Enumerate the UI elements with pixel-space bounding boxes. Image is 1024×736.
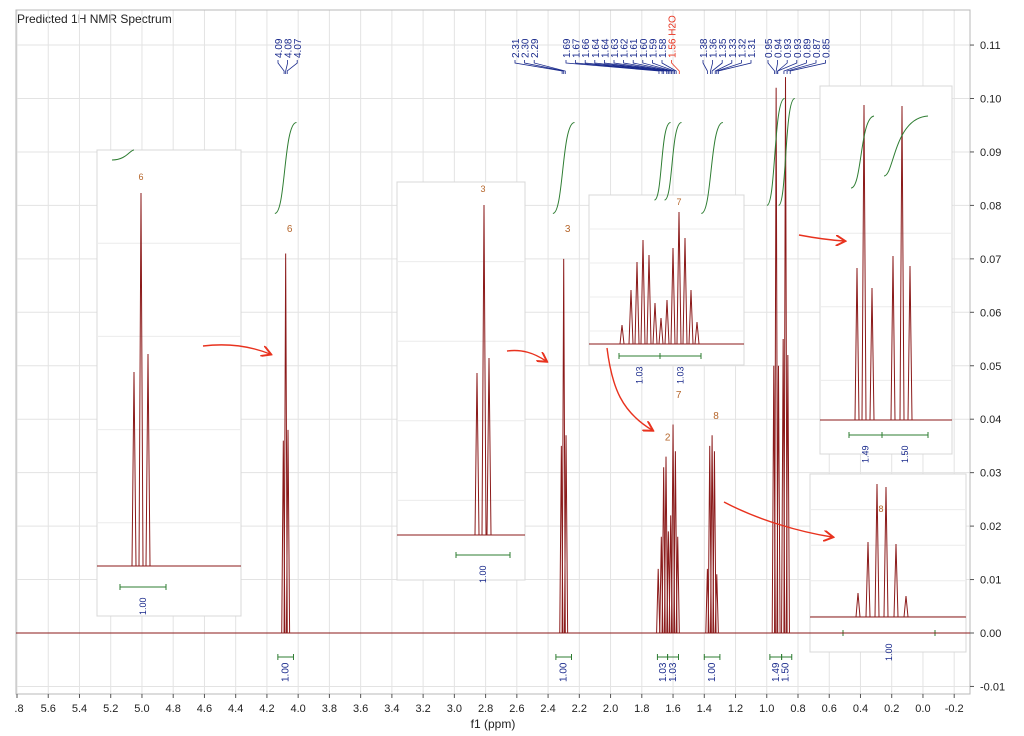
y-tick-label: 0.02	[980, 521, 1001, 533]
x-tick-label: 0.2	[884, 703, 899, 715]
y-tick-label: 0.06	[980, 307, 1001, 319]
y-tick-label: 0.11	[980, 40, 1001, 52]
x-tick-label: 3.8	[322, 703, 337, 715]
inset-frame	[819, 85, 953, 455]
x-tick-label: 4.2	[259, 703, 274, 715]
inset-group-6: 61.00	[96, 149, 242, 617]
group-annotation: 6	[287, 224, 293, 235]
peak-label-leader	[277, 60, 285, 74]
x-tick-label: 2.2	[572, 703, 587, 715]
peak-label-leader	[786, 60, 817, 74]
x-tick-label: 3.0	[447, 703, 462, 715]
x-tick-label: 1.2	[728, 703, 743, 715]
x-tick-label: 3.6	[353, 703, 368, 715]
x-tick-label: .8	[14, 703, 23, 715]
x-tick-label: 5.2	[103, 703, 118, 715]
x-tick-label: 4.0	[291, 703, 306, 715]
peak-label: 1.56 H2O	[668, 15, 679, 58]
inset-frame	[396, 181, 526, 581]
y-tick-label: -0.01	[980, 681, 1005, 693]
integral-label: 1.03	[668, 662, 679, 682]
group-annotation: 3	[565, 224, 571, 235]
inset-group-7: 7 1.03 1.03	[588, 194, 745, 384]
inset-frame	[96, 149, 242, 617]
x-tick-label: 4.8	[166, 703, 181, 715]
x-tick-label: 2.6	[509, 703, 524, 715]
y-tick-label: 0.09	[980, 147, 1001, 159]
x-tick-label: 5.0	[134, 703, 149, 715]
x-tick-label: 0.4	[853, 703, 868, 715]
x-tick-label: 4.6	[197, 703, 212, 715]
insets: 61.0031.0071.03 1.031.49 1.5081.00	[96, 85, 967, 661]
spectrum-peak	[656, 568, 661, 634]
inset-integral-label: 1.50	[900, 445, 910, 463]
integral-label: 1.00	[559, 662, 570, 682]
inset-integral-label: 1.00	[138, 597, 148, 615]
group-annotation: 7	[676, 390, 682, 401]
integral-label: 1.50	[781, 662, 792, 682]
inset-group-label: 7	[676, 197, 681, 207]
nmr-chart: 61.0031.0071.03 1.031.49 1.5081.00 1.00 1.0…	[14, 9, 1005, 731]
inset-integral-label: 1.00	[884, 643, 894, 661]
y-tick-label: 0.05	[980, 361, 1001, 373]
inset-group-methyl: 1.49 1.50	[819, 85, 953, 463]
x-tick-label: 2.8	[478, 703, 493, 715]
inset-group-label: 3	[480, 184, 485, 194]
x-tick-label: 3.4	[384, 703, 399, 715]
x-tick-label: 0.6	[822, 703, 837, 715]
inset-integral-label: 1.49	[861, 445, 871, 463]
peak-label-leader	[716, 60, 742, 74]
x-tick-label: 5.4	[72, 703, 87, 715]
inset-group-label: 8	[878, 504, 883, 514]
x-tick-label: 2.0	[603, 703, 618, 715]
y-tick-label: 0.07	[980, 254, 1001, 266]
x-tick-label: 1.6	[665, 703, 680, 715]
inset-integral-label: 1.00	[478, 565, 488, 583]
peak-label-leader	[594, 60, 668, 74]
x-tick-label: 2.4	[540, 703, 555, 715]
inset-frame	[588, 194, 745, 366]
x-tick-label: 1.8	[634, 703, 649, 715]
peak-label-leader	[524, 60, 565, 74]
x-axis-label: f1 (ppm)	[471, 717, 516, 731]
peak-label-leader	[777, 60, 788, 74]
inset-group-3: 31.00	[396, 181, 526, 583]
y-tick-label: 0.01	[980, 575, 1001, 587]
integral-label: 1.00	[281, 662, 292, 682]
integral-curve	[274, 122, 297, 214]
peak-label: 0.85	[822, 38, 833, 58]
integral-curve	[552, 122, 575, 214]
peak-label-leader	[286, 60, 298, 74]
y-tick-label: 0.03	[980, 468, 1001, 480]
peak-label-leader	[702, 60, 708, 74]
inset-integral-label: 1.03	[635, 366, 645, 384]
peak-label: 2.29	[530, 38, 541, 58]
peak-label-leader	[767, 60, 775, 74]
x-tick-label: 4.4	[228, 703, 243, 715]
y-tick-label: 0.08	[980, 200, 1001, 212]
y-tick-label: 0.10	[980, 94, 1001, 106]
x-tick-label: -0.2	[945, 703, 964, 715]
peak-label-leader	[575, 60, 663, 74]
peak-label: 4.07	[293, 38, 304, 58]
x-tick-label: 5.6	[41, 703, 56, 715]
integral-curve	[653, 122, 672, 201]
inset-integral-label: 1.03	[676, 366, 686, 384]
integrals: 1.00 1.00 1.03 1.03 1.00 1.491.50	[274, 98, 796, 682]
x-tick-label: 1.0	[759, 703, 774, 715]
x-tick-label: 3.2	[415, 703, 430, 715]
group-annotation: 8	[713, 411, 719, 422]
integral-label: 1.00	[707, 662, 718, 682]
peak-label: 1.31	[747, 38, 758, 58]
y-tick-label: 0.04	[980, 414, 1001, 426]
x-tick-label: 1.4	[697, 703, 712, 715]
y-tick-label: 0.00	[980, 628, 1001, 640]
inset-frame	[809, 473, 967, 653]
x-tick-label: 0.8	[790, 703, 805, 715]
peak-label-leader	[514, 60, 563, 74]
x-tick-label: 0.0	[915, 703, 930, 715]
group-annotation: 2	[665, 433, 671, 444]
inset-group-label: 6	[138, 172, 143, 182]
peak-labels: 4.094.084.07 2.312.302.29 1.691.671.661.64…	[274, 15, 833, 74]
